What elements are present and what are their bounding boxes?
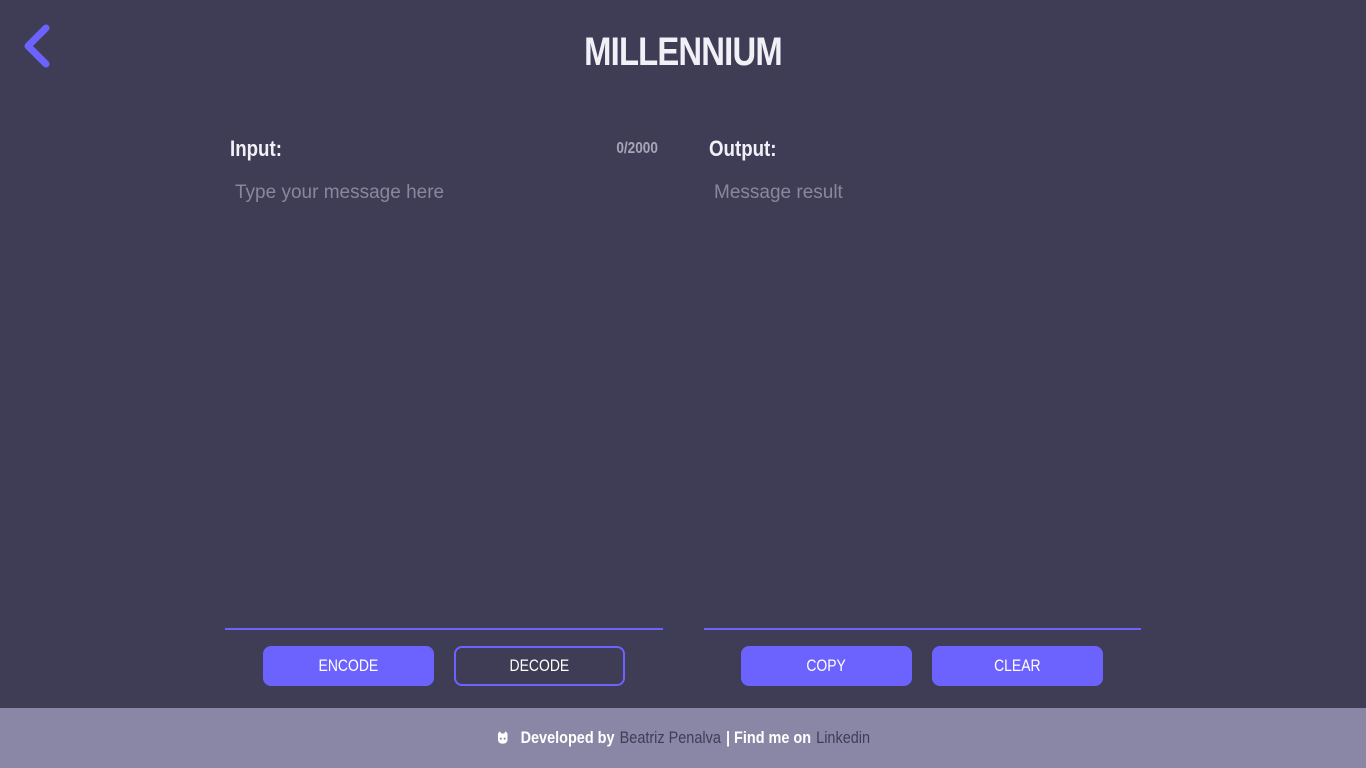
character-counter: 0/2000 xyxy=(616,140,658,157)
input-panel: Input: 0/2000 xyxy=(225,136,663,632)
chevron-left-icon xyxy=(24,24,50,68)
page-title: MILLENNIUM xyxy=(584,30,783,74)
linkedin-link[interactable]: Linkedin xyxy=(817,728,871,748)
input-label: Input: xyxy=(230,136,282,161)
message-input[interactable] xyxy=(225,176,663,630)
encode-button[interactable]: ENCODE xyxy=(263,646,434,686)
developed-by-text: Developed by xyxy=(521,728,615,747)
clear-button-label: CLEAR xyxy=(994,656,1041,675)
github-icon[interactable] xyxy=(496,729,511,747)
clear-button[interactable]: CLEAR xyxy=(932,646,1103,686)
copy-button-label: COPY xyxy=(806,656,847,675)
back-button[interactable] xyxy=(18,22,54,70)
encode-button-label: ENCODE xyxy=(318,656,379,675)
message-output[interactable] xyxy=(704,176,1141,630)
footer: Developed by Beatriz Penalva | Find me o… xyxy=(0,708,1366,768)
output-panel: Output: xyxy=(704,136,1141,632)
output-label: Output: xyxy=(709,136,777,161)
find-me-text: | Find me on xyxy=(726,728,812,747)
author-link[interactable]: Beatriz Penalva xyxy=(620,728,721,748)
decode-button-label: DECODE xyxy=(509,656,570,675)
decode-button[interactable]: DECODE xyxy=(454,646,625,686)
copy-button[interactable]: COPY xyxy=(741,646,912,686)
